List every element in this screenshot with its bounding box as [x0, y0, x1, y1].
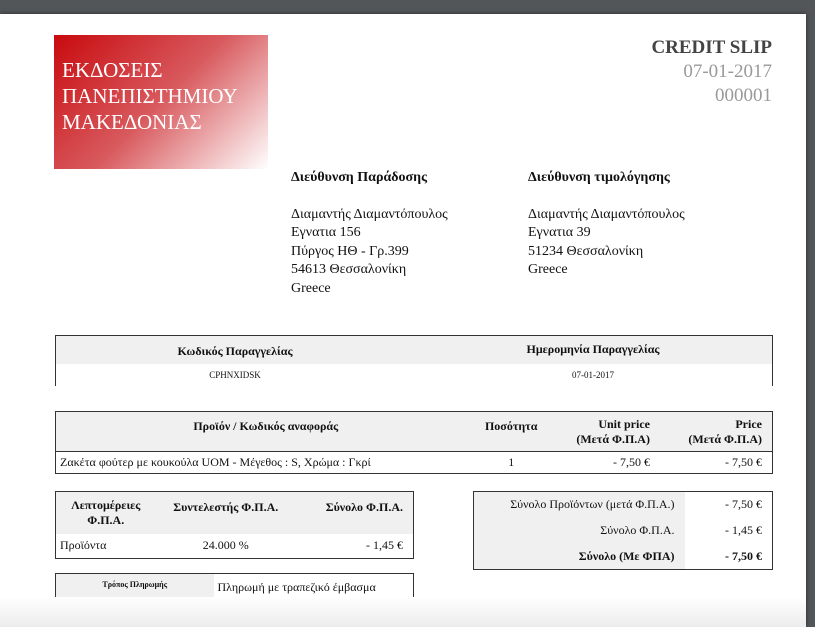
address-line: Greece — [528, 262, 568, 277]
page-bottom-fade — [0, 597, 806, 627]
address-line: Εγνατια 156 — [291, 225, 361, 240]
document-date: 07-01-2017 — [683, 61, 772, 82]
document-page: ΕΚΔΟΣΕΙΣ ΠΑΝΕΠΙΣΤΗΜΙΟΥ ΜΑΚΕΔΟΝΙΑΣ CREDIT… — [0, 14, 806, 627]
unit-price-label: Unit price — [598, 416, 650, 431]
vat-table: Λεπτομέρειες Φ.Π.Α. Συντελεστής Φ.Π.Α. Σ… — [55, 491, 414, 559]
invoice-heading: Διεύθυνση τιμολόγησης — [528, 170, 670, 185]
vat-category: Προϊόντα — [60, 538, 107, 553]
vat-amount: - 1,45 € — [366, 538, 403, 553]
publisher-logo: ΕΚΔΟΣΕΙΣ ΠΑΝΕΠΙΣΤΗΜΙΟΥ ΜΑΚΕΔΟΝΙΑΣ — [54, 35, 268, 169]
address-line: Διαμαντής Διαμαντόπουλος — [291, 206, 448, 222]
order-code: CPHNXIDSK — [209, 369, 261, 380]
invoice-address: Διεύθυνση τιμολόγησης Διαμαντής Διαμαντό… — [528, 169, 685, 280]
delivery-heading: Διεύθυνση Παράδοσης — [291, 170, 428, 185]
vat-details-header: Λεπτομέρειες Φ.Π.Α. — [55, 491, 156, 534]
quantity-header: Ποσότητα — [475, 411, 547, 452]
order-info-table: Κωδικός Παραγγελίας Ημερομηνία Παραγγελία… — [55, 335, 773, 386]
document-header: CREDIT SLIP 07-01-2017 000001 — [651, 36, 772, 108]
price-label: Price — [735, 416, 762, 431]
address-line: 51234 Θεσσαλονίκη — [528, 243, 644, 259]
product-header: Προϊόν / Κωδικός αναφοράς — [55, 411, 476, 452]
address-line: Εγνατια 39 — [528, 225, 591, 240]
address-line: Πύργος ΗΘ - Γρ.399 — [291, 243, 409, 259]
vat-rate: 24.000 % — [202, 538, 249, 553]
products-table: Προϊόν / Κωδικός αναφοράς Ποσότητα Unit … — [55, 411, 773, 474]
vat-total-value: - 1,45 € — [725, 523, 762, 537]
address-line: 54613 Θεσσαλονίκη — [291, 262, 407, 277]
order-date: 07-01-2017 — [572, 369, 614, 380]
order-code-header: Κωδικός Παραγγελίας — [55, 335, 414, 364]
order-date-header: Ημερομηνία Παραγγελίας — [414, 335, 773, 364]
vat-total-header: Σύνολο Φ.Π.Α. — [296, 491, 414, 534]
address-line: Διαμαντής Διαμαντόπουλος — [528, 206, 685, 222]
logo-line: ΜΑΚΕΔΟΝΙΑΣ — [62, 110, 202, 134]
logo-line: ΠΑΝΕΠΙΣΤΗΜΙΟΥ — [62, 84, 238, 108]
product-name: Ζακέτα φούτερ με κουκούλα UOM - Μέγεθος … — [60, 455, 371, 469]
totals-row: Σύνολο (Με ΦΠΑ) - 7,50 € — [473, 543, 773, 570]
unit-price-sublabel: (Μετά Φ.Π.Α) — [576, 431, 650, 446]
product-qty: 1 — [508, 455, 515, 469]
price-sublabel: (Μετά Φ.Π.Α) — [688, 431, 762, 446]
totals-row: Σύνολο Προϊόντων (μετά Φ.Π.Α.) - 7,50 € — [473, 491, 773, 518]
grand-total-value: - 7,50 € — [725, 548, 762, 563]
price-header: Price (Μετά Φ.Π.Α) — [657, 411, 773, 452]
subtotal-label: Σύνολο Προϊόντων (μετά Φ.Π.Α.) — [473, 491, 685, 518]
logo-line: ΕΚΔΟΣΕΙΣ — [62, 58, 163, 82]
address-line: Greece — [291, 280, 331, 296]
product-price: - 7,50 € — [725, 455, 762, 469]
product-unit-price: - 7,50 € — [612, 455, 650, 469]
vat-total-label: Σύνολο Φ.Π.Α. — [473, 517, 685, 544]
totals-row: Σύνολο Φ.Π.Α. - 1,45 € — [473, 517, 773, 544]
table-row: Ζακέτα φούτερ με κουκούλα UOM - Μέγεθος … — [56, 452, 773, 474]
vat-rate-header: Συντελεστής Φ.Π.Α. — [155, 491, 297, 534]
delivery-address: Διεύθυνση Παράδοσης Διαμαντής Διαμαντόπο… — [291, 169, 448, 298]
subtotal-value: - 7,50 € — [725, 497, 762, 512]
unit-price-header: Unit price (Μετά Φ.Π.Α) — [546, 411, 658, 452]
document-title: CREDIT SLIP — [651, 37, 772, 58]
document-number: 000001 — [715, 85, 772, 106]
totals-table: Σύνολο Προϊόντων (μετά Φ.Π.Α.) - 7,50 € Σ… — [473, 491, 773, 570]
grand-total-label: Σύνολο (Με ΦΠΑ) — [473, 543, 685, 570]
